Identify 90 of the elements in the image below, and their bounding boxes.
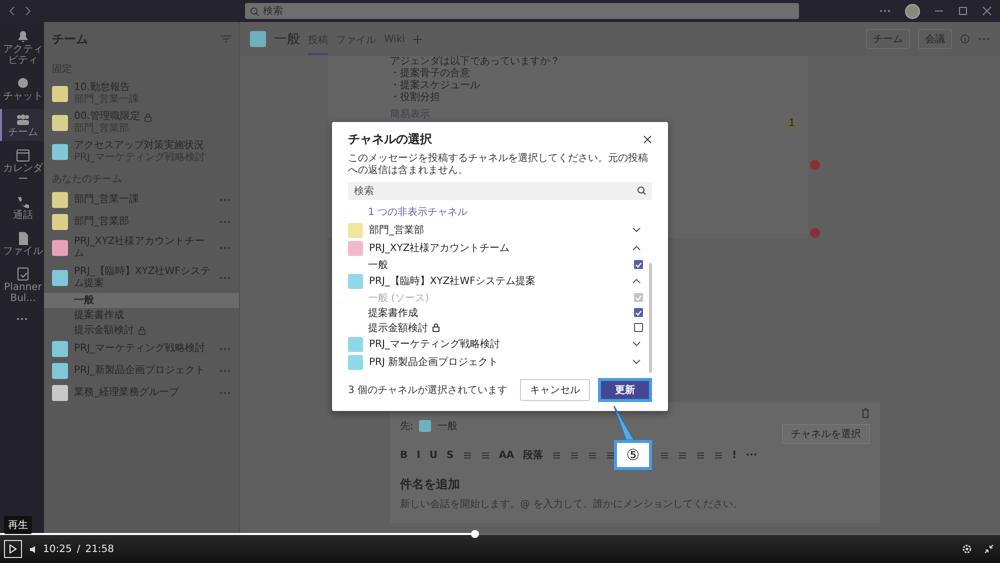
- team-row[interactable]: PRJ_マーケティング戦略検討: [348, 335, 643, 353]
- update-button[interactable]: 更新: [598, 378, 652, 402]
- calendar-icon: [14, 148, 32, 163]
- format-button[interactable]: B: [400, 450, 408, 460]
- selection-count: 3 個のチャネルが選択されています: [348, 384, 509, 397]
- format-icon[interactable]: [660, 450, 670, 460]
- format-icon[interactable]: [552, 450, 562, 460]
- format-icon[interactable]: [606, 450, 616, 460]
- maximize-icon[interactable]: [958, 6, 968, 16]
- team-row[interactable]: PRJ 新製品企画プロジェクト: [348, 353, 643, 371]
- people-icon: [14, 112, 32, 127]
- current-time: 10:25: [43, 544, 72, 554]
- avatar[interactable]: [905, 4, 920, 18]
- format-button[interactable]: !: [732, 450, 737, 460]
- format-icon[interactable]: [714, 450, 724, 460]
- reaction[interactable]: 1: [786, 118, 798, 129]
- search-icon: [637, 186, 646, 195]
- rail-item[interactable]: チーム: [0, 109, 44, 141]
- exit-fullscreen-icon[interactable]: [984, 544, 994, 554]
- message-text: アジェンダは以下であっていますか？: [390, 56, 560, 68]
- to-value: 一般: [437, 420, 458, 433]
- search-field[interactable]: 検索: [348, 182, 652, 200]
- format-button[interactable]: AA: [498, 450, 514, 460]
- message-text: ・提案骨子の合意: [390, 68, 471, 80]
- checkbox[interactable]: [634, 260, 643, 269]
- format-icon[interactable]: [696, 450, 706, 460]
- seek-handle[interactable]: [471, 530, 479, 538]
- chevron-up-icon[interactable]: [632, 245, 641, 251]
- team-row[interactable]: PRJ_【臨時】XYZ社WFシステム提案: [348, 272, 643, 290]
- play-icon: [9, 544, 17, 554]
- checkbox[interactable]: [634, 323, 643, 332]
- callout-pointer: [612, 404, 636, 442]
- hidden-channels-link[interactable]: 1 つの非表示チャネル: [348, 203, 643, 221]
- format-icon[interactable]: [570, 450, 580, 460]
- rail-item[interactable]: アクティビティ: [0, 26, 44, 69]
- format-icon[interactable]: [678, 450, 688, 460]
- info-icon[interactable]: [960, 34, 970, 44]
- chevron-down-icon[interactable]: [632, 359, 641, 365]
- format-button[interactable]: ···: [746, 450, 758, 460]
- time-separator: /: [76, 544, 80, 554]
- chevron-down-icon[interactable]: [632, 341, 641, 347]
- cancel-button[interactable]: キャンセル: [520, 379, 590, 401]
- format-button[interactable]: 段落: [523, 448, 544, 462]
- rail-item[interactable]: ファイル: [0, 228, 44, 260]
- format-icon[interactable]: [462, 450, 472, 460]
- search-field[interactable]: 検索: [245, 3, 799, 19]
- check-icon: [635, 310, 642, 316]
- chevron-down-icon[interactable]: [632, 227, 641, 233]
- format-button[interactable]: I: [416, 450, 420, 460]
- subject-field[interactable]: 件名を追加: [400, 476, 870, 493]
- channel-item[interactable]: 一般: [44, 293, 239, 308]
- message-text: ・役割分担: [390, 92, 441, 104]
- speaker-icon[interactable]: [29, 544, 38, 554]
- select-channel-button[interactable]: チャネルを選択: [782, 424, 870, 444]
- checkbox[interactable]: [634, 308, 643, 317]
- channel-name: 提案書作成: [368, 306, 418, 320]
- format-icon[interactable]: [588, 450, 598, 460]
- message-text: ・提案スケジュール: [390, 80, 481, 92]
- duration: 21:58: [85, 544, 114, 554]
- channel-name: 一般 (ソース): [368, 292, 429, 304]
- channel-name: 一般: [368, 258, 388, 272]
- team-row[interactable]: 部門_営業部: [348, 221, 643, 239]
- chevron-up-icon[interactable]: [632, 278, 641, 284]
- to-label: 先:: [400, 420, 414, 433]
- scrollbar[interactable]: [649, 263, 652, 373]
- trash-icon[interactable]: [861, 408, 870, 418]
- settings-icon[interactable]: [962, 544, 972, 554]
- rail-item[interactable]: チャット: [0, 73, 44, 105]
- close-icon[interactable]: [643, 135, 652, 144]
- format-button[interactable]: U: [429, 450, 438, 460]
- add-icon[interactable]: [413, 34, 422, 44]
- more-icon[interactable]: [879, 9, 891, 13]
- format-button[interactable]: S: [446, 450, 454, 460]
- tooltip: 再生: [4, 516, 32, 534]
- check-icon: [635, 262, 642, 268]
- rail-item[interactable]: カレンダー: [0, 145, 44, 188]
- team-avatar: [419, 420, 432, 432]
- close-icon[interactable]: [982, 6, 992, 16]
- format-icon[interactable]: [480, 450, 490, 460]
- dialog-description: このメッセージを投稿するチャネルを選択してください。元の投稿への返信は含まれません。: [348, 153, 649, 177]
- filter-icon[interactable]: [221, 35, 231, 43]
- team-row[interactable]: PRJ_XYZ社様アカウントチーム: [348, 239, 643, 257]
- play-button[interactable]: [4, 540, 22, 558]
- step-number-callout: ⑤: [614, 440, 652, 470]
- dialog-title: チャネルの選択: [348, 131, 432, 148]
- channel-name: 提示金額検討: [368, 322, 428, 334]
- more-icon[interactable]: [16, 317, 28, 321]
- rail-item[interactable]: Planner Bul...: [0, 264, 44, 307]
- team-avatar: [250, 31, 266, 47]
- rail-item[interactable]: 通話: [0, 192, 44, 224]
